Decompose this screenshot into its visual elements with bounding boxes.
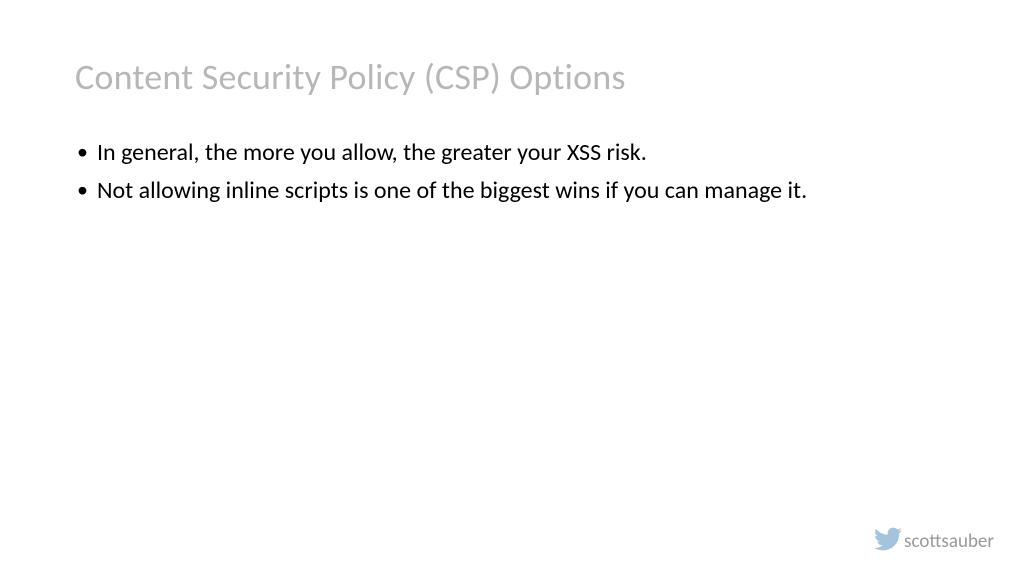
bullet-item: Not allowing inline scripts is one of th… [75,175,949,207]
slide: Content Security Policy (CSP) Options In… [0,0,1024,576]
twitter-handle: scottsauber [904,530,994,553]
bullet-list: In general, the more you allow, the grea… [75,137,949,208]
bullet-item: In general, the more you allow, the grea… [75,137,949,169]
slide-title: Content Security Policy (CSP) Options [75,55,949,99]
slide-content: In general, the more you allow, the grea… [75,137,949,208]
footer: scottsauber [874,525,994,558]
twitter-icon [874,525,902,558]
